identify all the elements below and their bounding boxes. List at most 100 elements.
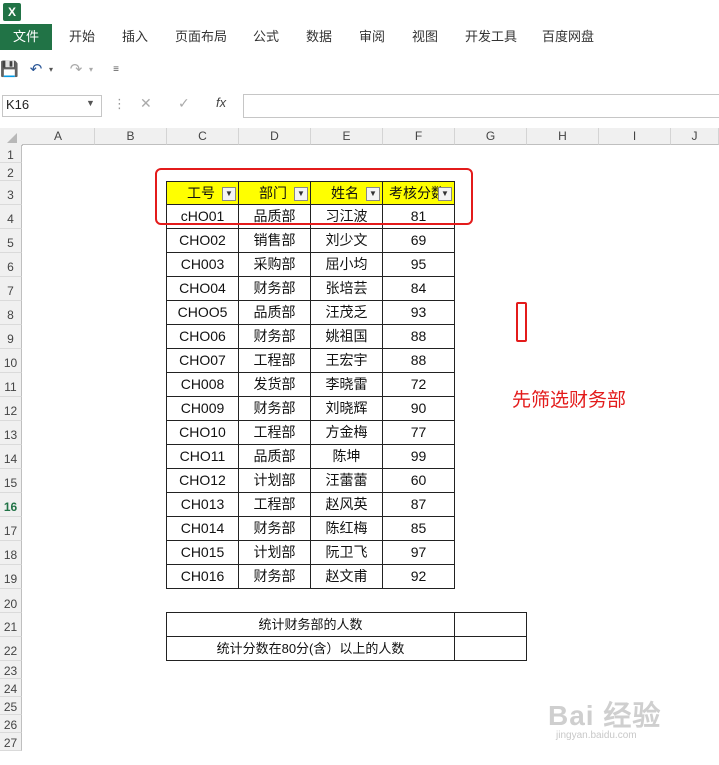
row-header[interactable]: 27 bbox=[0, 733, 22, 751]
row-header[interactable]: 12 bbox=[0, 397, 22, 421]
cell-score[interactable]: 95 bbox=[382, 252, 455, 277]
cell-department[interactable]: 采购部 bbox=[238, 252, 311, 277]
undo-icon[interactable]: ↶ bbox=[28, 60, 44, 80]
summary-value-cell[interactable] bbox=[454, 636, 527, 661]
column-header-a[interactable]: A bbox=[22, 128, 95, 145]
row-header[interactable]: 22 bbox=[0, 637, 22, 661]
tab-insert[interactable]: 插入 bbox=[122, 24, 148, 50]
cell-name[interactable]: 刘晓辉 bbox=[310, 396, 383, 421]
cell-department[interactable]: 财务部 bbox=[238, 276, 311, 301]
cell-department[interactable]: 发货部 bbox=[238, 372, 311, 397]
name-box-dropdown-icon[interactable]: ▼ bbox=[86, 98, 95, 108]
tab-view[interactable]: 视图 bbox=[412, 24, 438, 50]
cell-department[interactable]: 财务部 bbox=[238, 564, 311, 589]
column-header-e[interactable]: E bbox=[311, 128, 383, 145]
cell-name[interactable]: 李晓雷 bbox=[310, 372, 383, 397]
cell-id[interactable]: CHO11 bbox=[166, 444, 239, 469]
row-header[interactable]: 26 bbox=[0, 715, 22, 733]
cell-score[interactable]: 87 bbox=[382, 492, 455, 517]
column-header-i[interactable]: I bbox=[599, 128, 671, 145]
column-header-b[interactable]: B bbox=[95, 128, 167, 145]
cell-score[interactable]: 99 bbox=[382, 444, 455, 469]
row-header[interactable]: 20 bbox=[0, 589, 22, 613]
cell-department[interactable]: 品质部 bbox=[238, 444, 311, 469]
cancel-icon[interactable]: ✕ bbox=[140, 95, 152, 112]
cell-id[interactable]: CH009 bbox=[166, 396, 239, 421]
cell-name[interactable]: 赵风英 bbox=[310, 492, 383, 517]
cell-score[interactable]: 72 bbox=[382, 372, 455, 397]
cell-department[interactable]: 财务部 bbox=[238, 396, 311, 421]
column-header-d[interactable]: D bbox=[239, 128, 311, 145]
row-header[interactable]: 7 bbox=[0, 277, 22, 301]
cell-id[interactable]: CHO07 bbox=[166, 348, 239, 373]
cell-department[interactable]: 销售部 bbox=[238, 228, 311, 253]
column-header-c[interactable]: C bbox=[167, 128, 239, 145]
row-header[interactable]: 1 bbox=[0, 145, 22, 163]
cell-score[interactable]: 88 bbox=[382, 348, 455, 373]
redo-dropdown-icon[interactable]: ▾ bbox=[86, 60, 96, 80]
row-header[interactable]: 24 bbox=[0, 679, 22, 697]
cell-score[interactable]: 84 bbox=[382, 276, 455, 301]
cell-score[interactable]: 88 bbox=[382, 324, 455, 349]
row-header[interactable]: 9 bbox=[0, 325, 22, 349]
cell-department[interactable]: 工程部 bbox=[238, 492, 311, 517]
row-header[interactable]: 14 bbox=[0, 445, 22, 469]
cell-score[interactable]: 69 bbox=[382, 228, 455, 253]
tab-home[interactable]: 开始 bbox=[69, 24, 95, 50]
cell-id[interactable]: CHOO5 bbox=[166, 300, 239, 325]
cell-name[interactable]: 刘少文 bbox=[310, 228, 383, 253]
row-header[interactable]: 11 bbox=[0, 373, 22, 397]
cell-name[interactable]: 姚祖国 bbox=[310, 324, 383, 349]
cell-id[interactable]: CHO04 bbox=[166, 276, 239, 301]
cell-department[interactable]: 工程部 bbox=[238, 420, 311, 445]
cell-name[interactable]: 陈红梅 bbox=[310, 516, 383, 541]
cell-id[interactable]: CH016 bbox=[166, 564, 239, 589]
cell-name[interactable]: 王宏宇 bbox=[310, 348, 383, 373]
cell-department[interactable]: 财务部 bbox=[238, 516, 311, 541]
summary-label-cell[interactable]: 统计分数在80分(含）以上的人数 bbox=[166, 636, 455, 661]
cell-id[interactable]: CH015 bbox=[166, 540, 239, 565]
cell-id[interactable]: CH008 bbox=[166, 372, 239, 397]
row-header[interactable]: 19 bbox=[0, 565, 22, 589]
row-header[interactable]: 25 bbox=[0, 697, 22, 715]
row-header[interactable]: 21 bbox=[0, 613, 22, 637]
cell-score[interactable]: 60 bbox=[382, 468, 455, 493]
cell-department[interactable]: 计划部 bbox=[238, 468, 311, 493]
row-header[interactable]: 18 bbox=[0, 541, 22, 565]
redo-icon[interactable]: ↷ bbox=[68, 60, 84, 80]
cell-id[interactable]: CH003 bbox=[166, 252, 239, 277]
cell-department[interactable]: 品质部 bbox=[238, 300, 311, 325]
tab-review[interactable]: 审阅 bbox=[359, 24, 385, 50]
tab-page-layout[interactable]: 页面布局 bbox=[175, 24, 227, 50]
insert-function-icon[interactable]: fx bbox=[216, 95, 226, 110]
cell-id[interactable]: CH013 bbox=[166, 492, 239, 517]
cell-name[interactable]: 张培芸 bbox=[310, 276, 383, 301]
cell-score[interactable]: 93 bbox=[382, 300, 455, 325]
cell-name[interactable]: 汪蕾蕾 bbox=[310, 468, 383, 493]
save-icon[interactable]: 💾 bbox=[0, 60, 19, 80]
row-header[interactable]: 10 bbox=[0, 349, 22, 373]
cell-name[interactable]: 阮卫飞 bbox=[310, 540, 383, 565]
column-header-g[interactable]: G bbox=[455, 128, 527, 145]
row-header[interactable]: 5 bbox=[0, 229, 22, 253]
cell-score[interactable]: 85 bbox=[382, 516, 455, 541]
cell-score[interactable]: 97 bbox=[382, 540, 455, 565]
cell-department[interactable]: 财务部 bbox=[238, 324, 311, 349]
tab-file[interactable]: 文件 bbox=[0, 24, 52, 50]
column-header-h[interactable]: H bbox=[527, 128, 599, 145]
enter-check-icon[interactable]: ✓ bbox=[178, 95, 190, 112]
row-header[interactable]: 6 bbox=[0, 253, 22, 277]
cell-department[interactable]: 工程部 bbox=[238, 348, 311, 373]
tab-formulas[interactable]: 公式 bbox=[253, 24, 279, 50]
row-header[interactable]: 3 bbox=[0, 181, 22, 205]
row-header[interactable]: 15 bbox=[0, 469, 22, 493]
cell-id[interactable]: CHO10 bbox=[166, 420, 239, 445]
cell-department[interactable]: 计划部 bbox=[238, 540, 311, 565]
column-header-j[interactable]: J bbox=[671, 128, 719, 145]
cell-name[interactable]: 赵文甫 bbox=[310, 564, 383, 589]
cell-name[interactable]: 陈坤 bbox=[310, 444, 383, 469]
cell-score[interactable]: 90 bbox=[382, 396, 455, 421]
cell-id[interactable]: CHO06 bbox=[166, 324, 239, 349]
row-header[interactable]: 4 bbox=[0, 205, 22, 229]
cell-score[interactable]: 92 bbox=[382, 564, 455, 589]
